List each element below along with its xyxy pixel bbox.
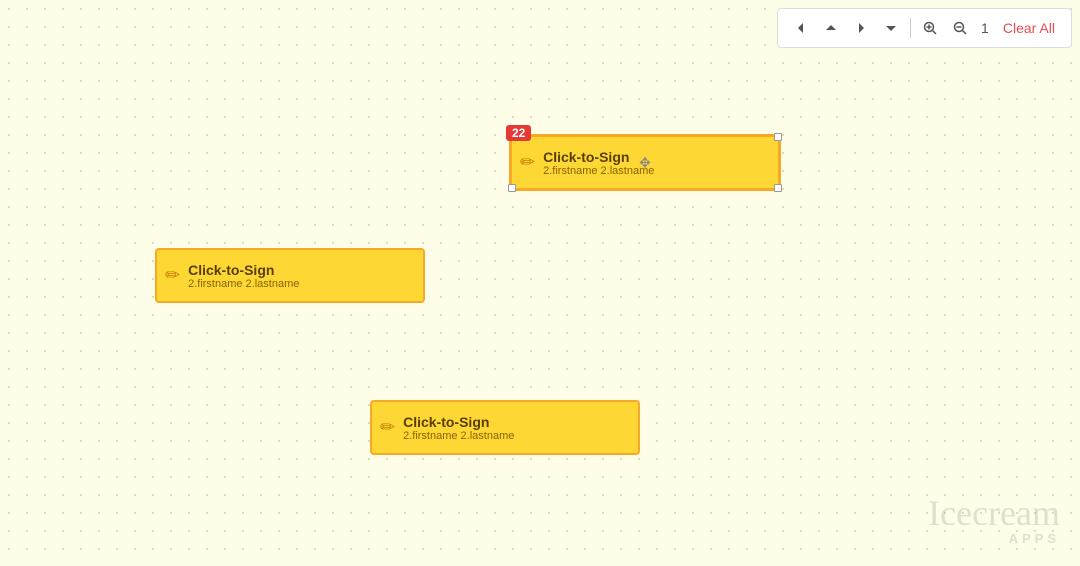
nav-up-button[interactable] [818,18,844,38]
sign-field-subtitle-1: 2.firstname 2.lastname [188,278,299,290]
sign-field-subtitle-2: 2.firstname 2.lastname [403,430,514,442]
sign-field-0[interactable]: 22✏Click-to-Sign2.firstname 2.lastname✥ [510,135,780,190]
sign-field-1[interactable]: ✏ Click-to-Sign2.firstname 2.lastname [155,248,425,303]
sign-field-2[interactable]: ✏ Click-to-Sign2.firstname 2.lastname [370,400,640,455]
resize-handle-tr[interactable] [774,133,782,141]
sign-field-text-1: Click-to-Sign2.firstname 2.lastname [188,262,299,290]
field-badge-0: 22 [506,125,531,141]
resize-handle-bl[interactable] [508,184,516,192]
sign-field-title-1: Click-to-Sign [188,262,299,278]
pencil-icon: ✏ [165,265,180,286]
nav-right-button[interactable] [848,18,874,38]
sign-field-subtitle-0: 2.firstname 2.lastname [543,165,654,177]
nav-down-button[interactable] [878,18,904,38]
toolbar-divider-1 [910,18,911,38]
zoom-in-button[interactable] [917,18,943,38]
sign-field-text-0: Click-to-Sign2.firstname 2.lastname [543,149,654,177]
sign-field-title-0: Click-to-Sign [543,149,654,165]
nav-left-button[interactable] [788,18,814,38]
pencil-icon: ✏ [380,417,395,438]
toolbar: 1 Clear All [777,8,1072,48]
pencil-icon: ✏ [520,152,535,173]
resize-handle-br[interactable] [774,184,782,192]
zoom-out-button[interactable] [947,18,973,38]
page-number: 1 [977,20,993,36]
sign-field-title-2: Click-to-Sign [403,414,514,430]
sign-field-text-2: Click-to-Sign2.firstname 2.lastname [403,414,514,442]
clear-all-button[interactable]: Clear All [997,18,1061,38]
